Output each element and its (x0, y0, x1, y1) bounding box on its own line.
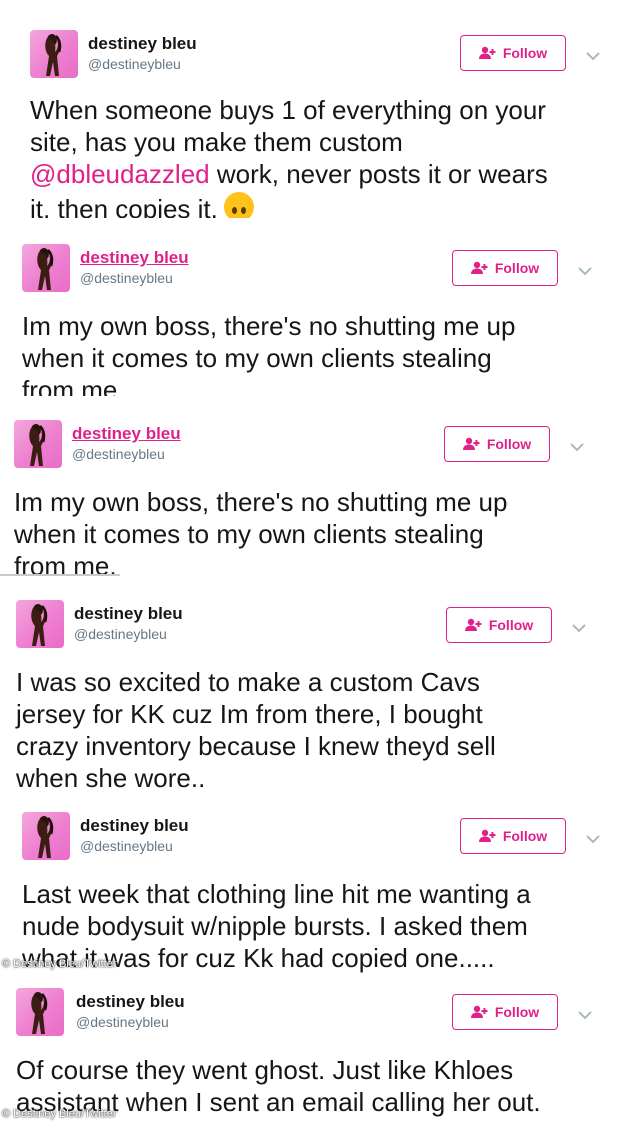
tweet-text-line: when she wore.. (16, 763, 206, 788)
chevron-down-icon[interactable] (586, 48, 600, 61)
tweet-text-line: Of course they went ghost. Just like Khl… (16, 1055, 514, 1085)
avatar[interactable] (22, 244, 70, 292)
tweet-card: destiney bleu @destineybleu Follow Im my… (0, 236, 620, 396)
tweet-text: it, then copies it. (30, 194, 218, 218)
tweet-text: work, never posts it or wears (209, 159, 548, 189)
add-user-icon (478, 46, 497, 60)
tweet-text-line: when it comes to my own clients stealing (22, 343, 492, 373)
tweet-text-line: Last week that clothing line hit me want… (22, 879, 531, 909)
tweet-card: destiney bleu @destineybleu Follow When … (0, 20, 620, 218)
add-user-icon (464, 618, 483, 632)
display-name[interactable]: destiney bleu (80, 248, 189, 268)
chevron-down-icon[interactable] (578, 1007, 592, 1020)
user-handle[interactable]: @destineybleu (72, 446, 165, 462)
add-user-icon (470, 261, 489, 275)
user-handle[interactable]: @destineybleu (88, 56, 181, 72)
tweet-text-line: crazy inventory because I knew theyd sel… (16, 731, 496, 761)
follow-button[interactable]: Follow (460, 818, 566, 854)
tweet-card: destiney bleu @destineybleu Follow Last … (0, 802, 620, 974)
upside-down-face-icon (223, 192, 254, 218)
tweet-card: destiney bleu @destineybleu Follow Im my… (0, 412, 620, 578)
add-user-icon (478, 829, 497, 843)
watermark: © Destiney Bleu/Twitter (2, 1108, 117, 1120)
add-user-icon (470, 1005, 489, 1019)
avatar[interactable] (16, 600, 64, 648)
avatar[interactable] (16, 988, 64, 1036)
tweet-text-line: @dbleudazzled work, never posts it or we… (30, 158, 548, 190)
add-user-icon (462, 437, 481, 451)
follow-button[interactable]: Follow (460, 35, 566, 71)
tweet-text-line: nude bodysuit w/nipple bursts. I asked t… (22, 911, 528, 941)
tweet-text-line: When someone buys 1 of everything on you… (30, 95, 546, 125)
follow-button[interactable]: Follow (452, 250, 558, 286)
tweet-text-line: it, then copies it. (30, 192, 254, 218)
follow-label: Follow (494, 260, 540, 276)
follow-label: Follow (502, 828, 548, 844)
display-name[interactable]: destiney bleu (88, 34, 197, 54)
follow-label: Follow (488, 617, 534, 633)
divider (0, 574, 120, 576)
follow-label: Follow (494, 1004, 540, 1020)
chevron-down-icon[interactable] (586, 831, 600, 844)
user-handle[interactable]: @destineybleu (74, 626, 167, 642)
display-name[interactable]: destiney bleu (80, 816, 189, 836)
chevron-down-icon[interactable] (570, 439, 584, 452)
follow-label: Follow (502, 45, 548, 61)
watermark: © Destiney Bleu/Twitter (2, 958, 117, 970)
tweet-text-line: Im my own boss, there's no shutting me u… (14, 487, 508, 517)
tweet-card: destiney bleu @destineybleu Follow Of co… (0, 978, 620, 1124)
chevron-down-icon[interactable] (578, 263, 592, 276)
display-name[interactable]: destiney bleu (74, 604, 183, 624)
tweet-card: destiney bleu @destineybleu Follow I was… (0, 592, 620, 788)
user-handle[interactable]: @destineybleu (80, 838, 173, 854)
chevron-down-icon[interactable] (572, 620, 586, 633)
user-handle[interactable]: @destineybleu (76, 1014, 169, 1030)
mention-link[interactable]: @dbleudazzled (30, 159, 210, 189)
display-name[interactable]: destiney bleu (72, 424, 181, 444)
tweet-text: site, has you make them custom (30, 127, 403, 157)
avatar[interactable] (30, 30, 78, 78)
follow-label: Follow (486, 436, 532, 452)
follow-button[interactable]: Follow (444, 426, 550, 462)
tweet-text-line: jersey for KK cuz Im from there, I bough… (16, 699, 483, 729)
tweet-text-line: Im my own boss, there's no shutting me u… (22, 311, 516, 341)
avatar[interactable] (22, 812, 70, 860)
tweet-text-line: from me. (22, 375, 125, 396)
follow-button[interactable]: Follow (452, 994, 558, 1030)
tweet-text-line: site, has you make them custom (30, 126, 403, 158)
follow-button[interactable]: Follow (446, 607, 552, 643)
tweet-text-line: when it comes to my own clients stealing (14, 519, 484, 549)
user-handle[interactable]: @destineybleu (80, 270, 173, 286)
avatar[interactable] (14, 420, 62, 468)
display-name[interactable]: destiney bleu (76, 992, 185, 1012)
tweet-text-line: I was so excited to make a custom Cavs (16, 667, 480, 697)
